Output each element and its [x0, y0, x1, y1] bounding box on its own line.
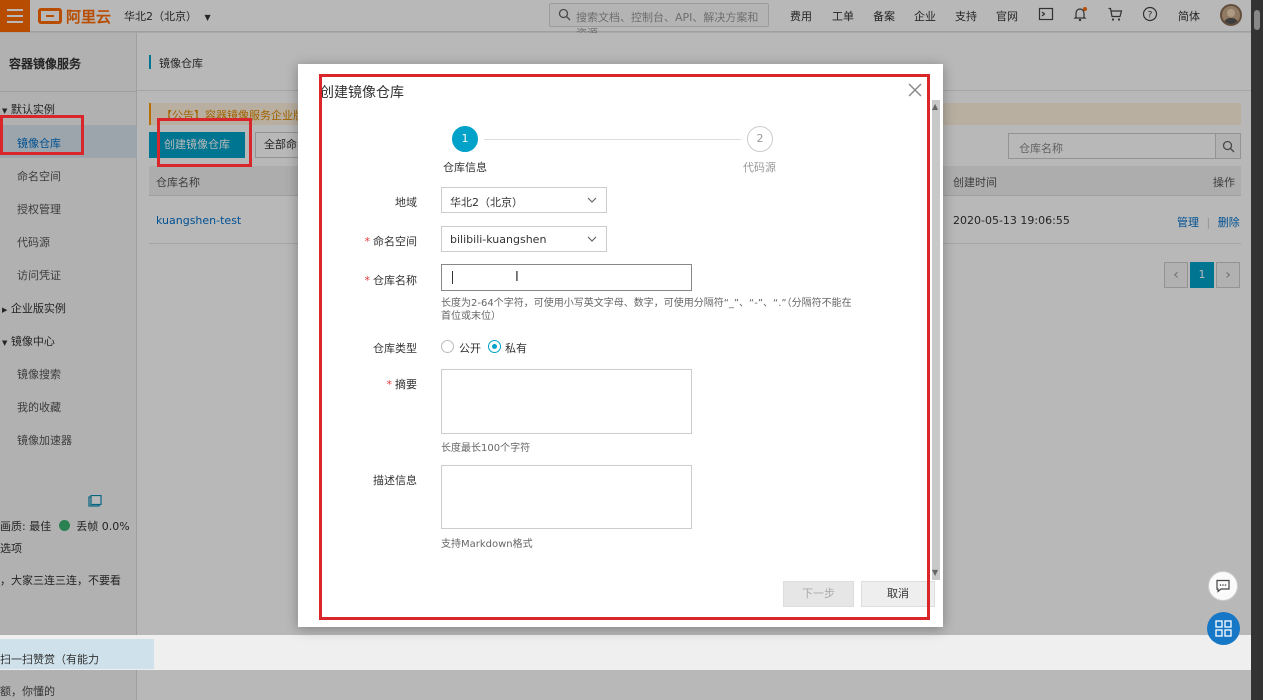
annotation-box-create — [157, 118, 252, 167]
feedback-chat-button[interactable] — [1208, 571, 1238, 601]
chat-icon — [1216, 579, 1230, 593]
page-scrollbar[interactable] — [1251, 0, 1263, 700]
dialog-scrollbar[interactable] — [932, 100, 940, 580]
bottom-stripe — [0, 635, 1251, 670]
quick-apps-button[interactable] — [1207, 612, 1240, 645]
annotation-box-sidebar — [0, 115, 84, 155]
apps-grid-icon — [1215, 620, 1232, 637]
scrollbar-thumb[interactable] — [1254, 10, 1260, 30]
scroll-down-arrow-icon[interactable]: ▼ — [932, 568, 938, 577]
danmaku-comment-2: 扫一扫赞赏（有能力 — [0, 653, 99, 666]
scroll-up-arrow-icon[interactable]: ▲ — [932, 102, 938, 111]
danmaku-comment-3: 额，你懂的 — [0, 685, 55, 698]
annotation-box-dialog — [319, 74, 930, 620]
